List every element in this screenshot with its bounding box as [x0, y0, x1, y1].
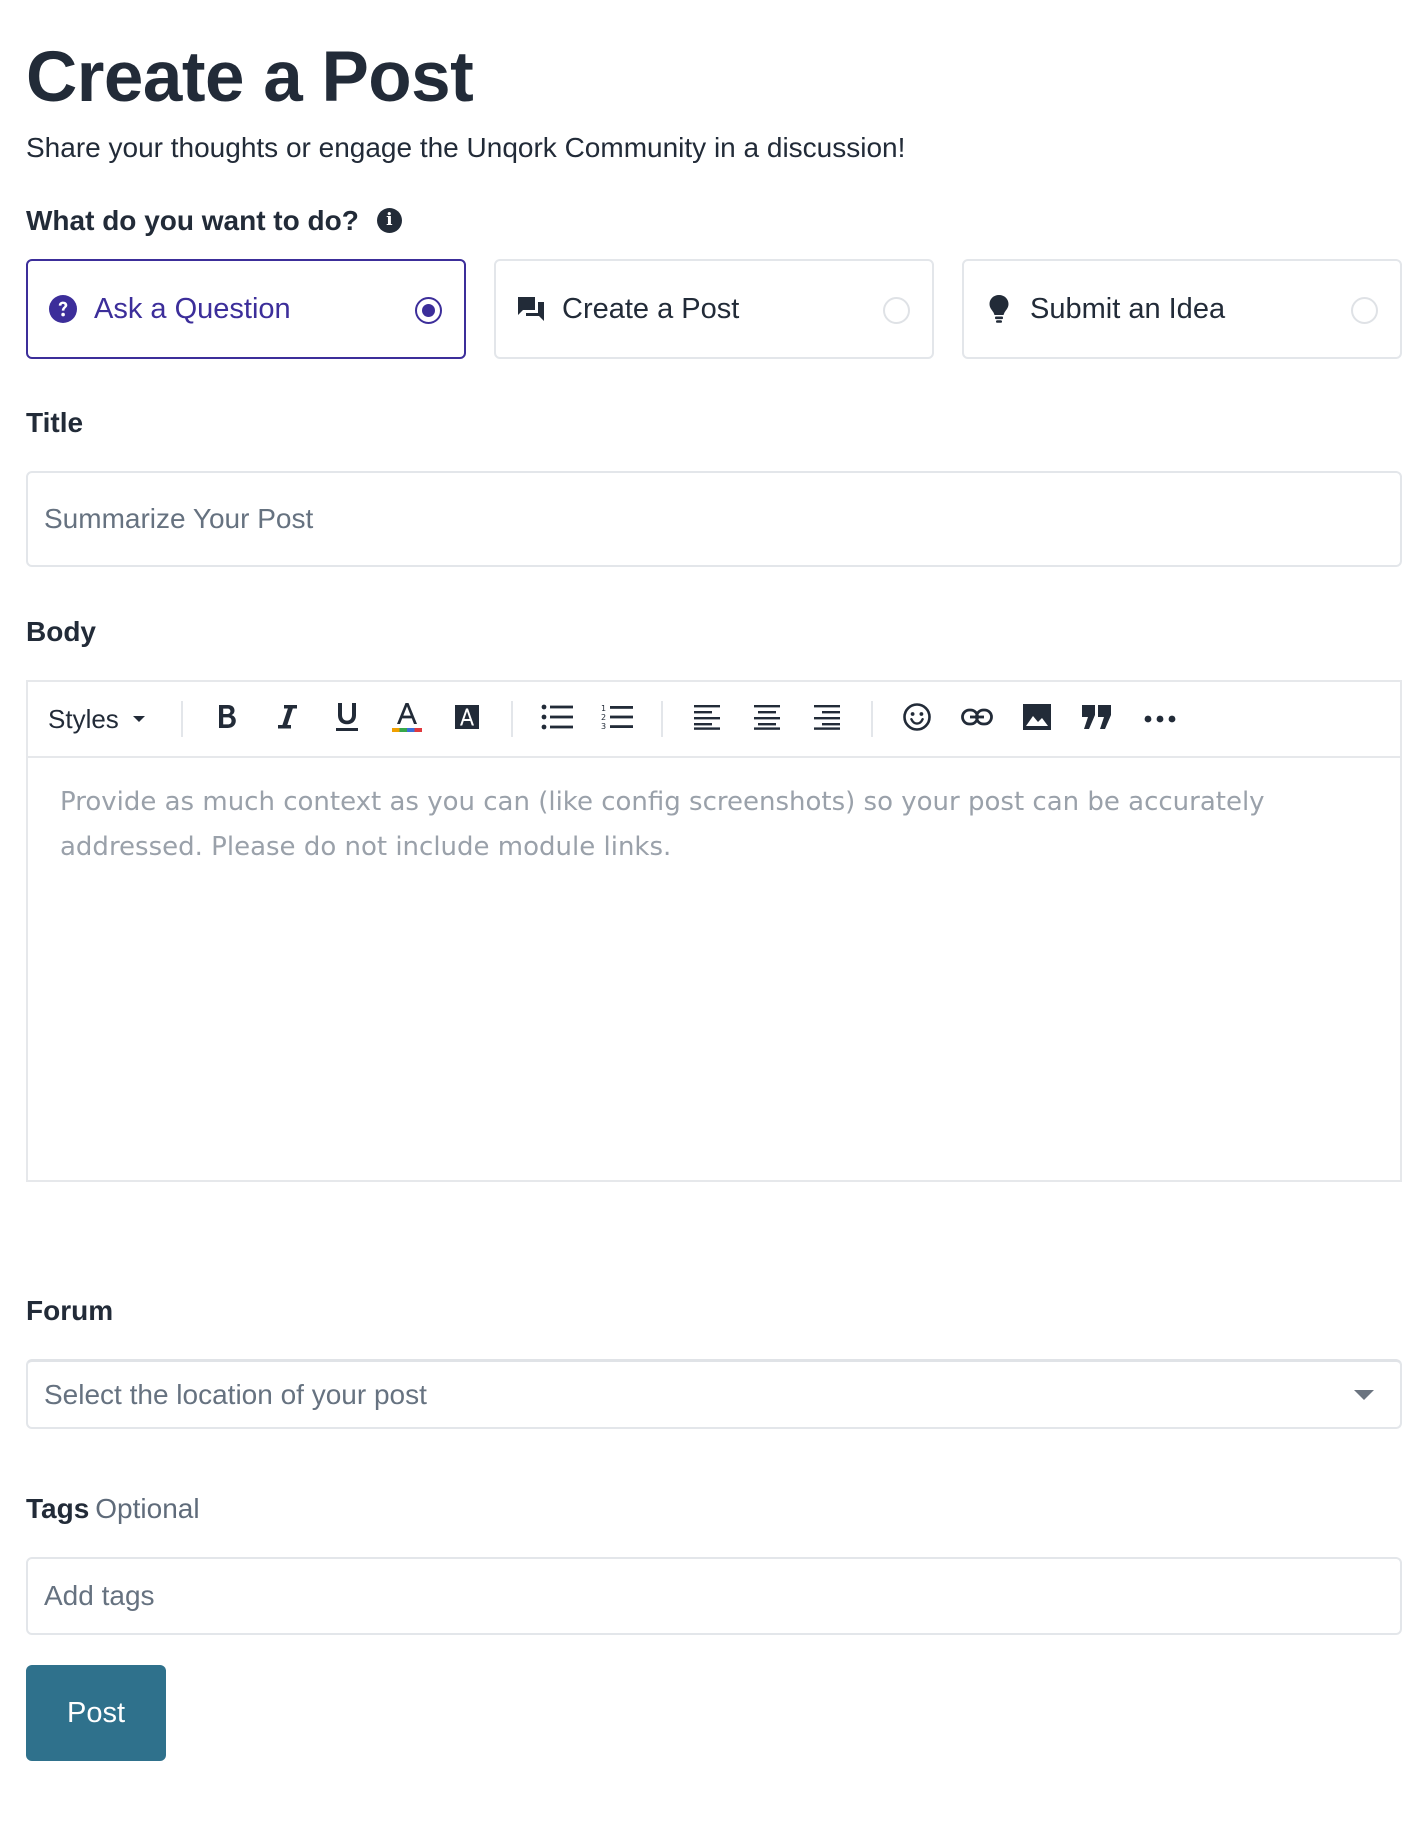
- post-type-label-text: What do you want to do?: [26, 205, 359, 236]
- info-icon[interactable]: i: [376, 208, 402, 234]
- emoji-button[interactable]: [887, 694, 947, 744]
- more-icon: [1144, 710, 1176, 728]
- option-label: Submit an Idea: [1030, 292, 1226, 325]
- editor-toolbar: Styles 123: [28, 682, 1400, 758]
- svg-text:1: 1: [601, 704, 606, 713]
- forum-select[interactable]: Select the location of your post: [26, 1359, 1402, 1429]
- lightbulb-icon: [982, 292, 1016, 326]
- bold-icon: [216, 703, 238, 736]
- styles-label: Styles: [48, 703, 119, 734]
- align-left-icon: [693, 704, 721, 735]
- link-button[interactable]: [947, 694, 1007, 744]
- post-type-options: Ask a Question Create a Post Submit an I…: [26, 259, 1402, 359]
- option-label: Create a Post: [562, 292, 740, 325]
- underline-icon: [334, 701, 360, 738]
- toolbar-divider: [510, 701, 513, 737]
- post-type-label: What do you want to do? i: [26, 203, 402, 239]
- more-options-button[interactable]: [1127, 694, 1193, 744]
- option-ask-question[interactable]: Ask a Question: [26, 259, 466, 359]
- styles-dropdown[interactable]: Styles: [48, 704, 167, 735]
- align-left-button[interactable]: [677, 694, 737, 744]
- toolbar-divider: [870, 701, 873, 737]
- text-color-icon: [391, 701, 423, 738]
- body-textarea[interactable]: Provide as much context as you can (like…: [28, 758, 1400, 892]
- body-editor: Styles 123 Provide as much context as yo…: [26, 680, 1402, 1182]
- highlight-button[interactable]: [437, 694, 497, 744]
- blockquote-button[interactable]: [1067, 694, 1127, 744]
- forum-label: Forum: [26, 1295, 114, 1326]
- option-submit-idea[interactable]: Submit an Idea: [962, 259, 1402, 359]
- underline-button[interactable]: [317, 694, 377, 744]
- caret-down-icon: [132, 716, 145, 722]
- highlight-icon: [454, 704, 480, 735]
- tags-label-text: Tags: [26, 1493, 90, 1524]
- caret-down-icon: [1354, 1390, 1374, 1400]
- italic-icon: [275, 703, 299, 736]
- bulleted-list-icon: [541, 704, 573, 735]
- title-input[interactable]: [26, 471, 1402, 567]
- post-button[interactable]: Post: [26, 1665, 166, 1761]
- numbered-list-button[interactable]: 123: [587, 694, 647, 744]
- tags-input[interactable]: [26, 1557, 1402, 1635]
- text-color-button[interactable]: [377, 694, 437, 744]
- align-center-icon: [753, 704, 781, 735]
- toolbar-divider: [180, 701, 183, 737]
- body-label: Body: [26, 616, 96, 647]
- chat-bubbles-icon: [514, 292, 548, 326]
- image-button[interactable]: [1007, 694, 1067, 744]
- quote-icon: [1081, 704, 1113, 735]
- align-center-button[interactable]: [737, 694, 797, 744]
- toolbar-divider: [660, 701, 663, 737]
- page-title: Create a Post: [26, 38, 474, 117]
- svg-text:3: 3: [601, 722, 606, 731]
- numbered-list-icon: 123: [601, 703, 633, 736]
- radio-unselected[interactable]: [883, 297, 910, 324]
- emoji-icon: [902, 702, 932, 737]
- title-label: Title: [26, 407, 84, 438]
- option-create-post[interactable]: Create a Post: [494, 259, 934, 359]
- italic-button[interactable]: [257, 694, 317, 744]
- align-right-icon: [813, 704, 841, 735]
- align-right-button[interactable]: [797, 694, 857, 744]
- optional-label: Optional: [95, 1493, 200, 1524]
- svg-text:2: 2: [601, 713, 606, 722]
- radio-unselected[interactable]: [1351, 297, 1378, 324]
- bold-button[interactable]: [197, 694, 257, 744]
- option-label: Ask a Question: [94, 292, 291, 325]
- radio-selected[interactable]: [415, 297, 442, 324]
- bulleted-list-button[interactable]: [527, 694, 587, 744]
- forum-select-placeholder: Select the location of your post: [44, 1378, 427, 1410]
- page-subtitle: Share your thoughts or engage the Unqork…: [26, 132, 906, 163]
- image-icon: [1022, 703, 1052, 736]
- body-placeholder: Provide as much context as you can (like…: [60, 787, 1265, 862]
- link-icon: [960, 707, 993, 732]
- tags-label: Tags Optional: [26, 1491, 200, 1527]
- question-circle-icon: [46, 292, 80, 326]
